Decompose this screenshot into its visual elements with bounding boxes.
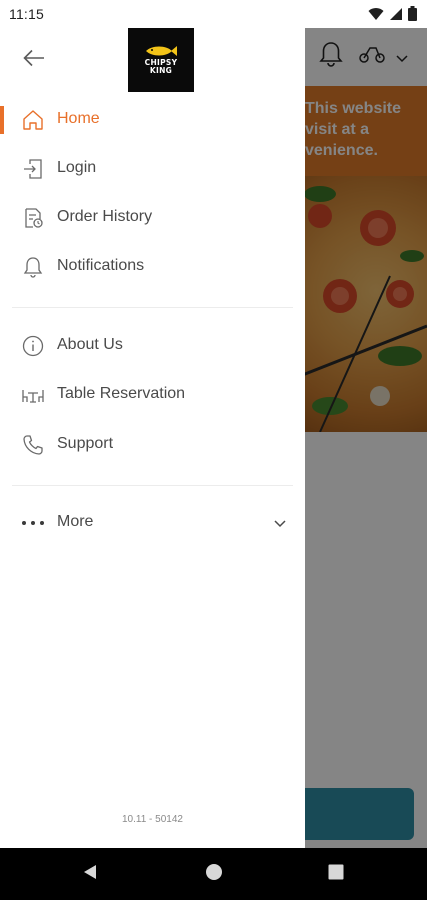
divider bbox=[12, 485, 293, 486]
triangle-back-icon bbox=[81, 863, 99, 886]
arrow-left-icon bbox=[23, 49, 45, 72]
brand-logo: CHIPSY KING bbox=[128, 28, 194, 92]
fish-logo-icon bbox=[146, 46, 177, 56]
menu-item-label: Home bbox=[57, 110, 100, 127]
menu-item-about-us[interactable]: About Us bbox=[0, 324, 305, 368]
navigation-drawer: CHIPSY KING Home Login Order History Not… bbox=[0, 28, 305, 848]
menu-item-label: Support bbox=[57, 435, 114, 452]
wifi-icon bbox=[368, 7, 384, 26]
divider bbox=[12, 307, 293, 308]
app-version: 10.11 - 50142 bbox=[122, 814, 183, 825]
home-icon bbox=[21, 108, 45, 132]
table-icon bbox=[21, 383, 45, 407]
signal-icon bbox=[389, 7, 403, 26]
status-bar: 11:15 bbox=[0, 0, 427, 28]
active-indicator bbox=[0, 106, 4, 134]
more-icon bbox=[21, 511, 45, 535]
menu-item-table-reservation[interactable]: Table Reservation bbox=[0, 373, 305, 417]
phone-icon bbox=[21, 433, 45, 457]
square-recents-icon bbox=[327, 863, 345, 886]
back-button[interactable] bbox=[18, 46, 50, 74]
menu-item-label: Login bbox=[57, 159, 97, 176]
order-history-icon bbox=[21, 206, 45, 230]
menu-item-label: More bbox=[57, 513, 94, 530]
nav-back-button[interactable] bbox=[78, 862, 102, 886]
menu-item-label: Table Reservation bbox=[57, 385, 186, 402]
menu-item-label: About Us bbox=[57, 336, 123, 353]
menu-item-notifications[interactable]: Notifications bbox=[0, 245, 305, 289]
nav-home-button[interactable] bbox=[202, 862, 226, 886]
logo-text-line2: KING bbox=[149, 66, 173, 75]
info-icon bbox=[21, 334, 45, 358]
menu-item-label: Notifications bbox=[57, 257, 145, 274]
menu-item-login[interactable]: Login bbox=[0, 147, 305, 191]
menu-item-more[interactable]: More bbox=[0, 501, 305, 545]
battery-icon bbox=[408, 6, 417, 26]
login-icon bbox=[21, 157, 45, 181]
system-nav-bar bbox=[0, 848, 427, 900]
chevron-down-icon[interactable] bbox=[274, 515, 286, 533]
circle-home-icon bbox=[205, 863, 223, 886]
bell-icon bbox=[21, 255, 45, 279]
menu-item-home[interactable]: Home bbox=[0, 98, 305, 142]
menu-item-label: Order History bbox=[57, 208, 153, 225]
status-icons bbox=[368, 6, 417, 26]
status-time: 11:15 bbox=[9, 6, 44, 22]
menu-item-order-history[interactable]: Order History bbox=[0, 196, 305, 240]
nav-recents-button[interactable] bbox=[324, 862, 348, 886]
menu-item-support[interactable]: Support bbox=[0, 423, 305, 467]
